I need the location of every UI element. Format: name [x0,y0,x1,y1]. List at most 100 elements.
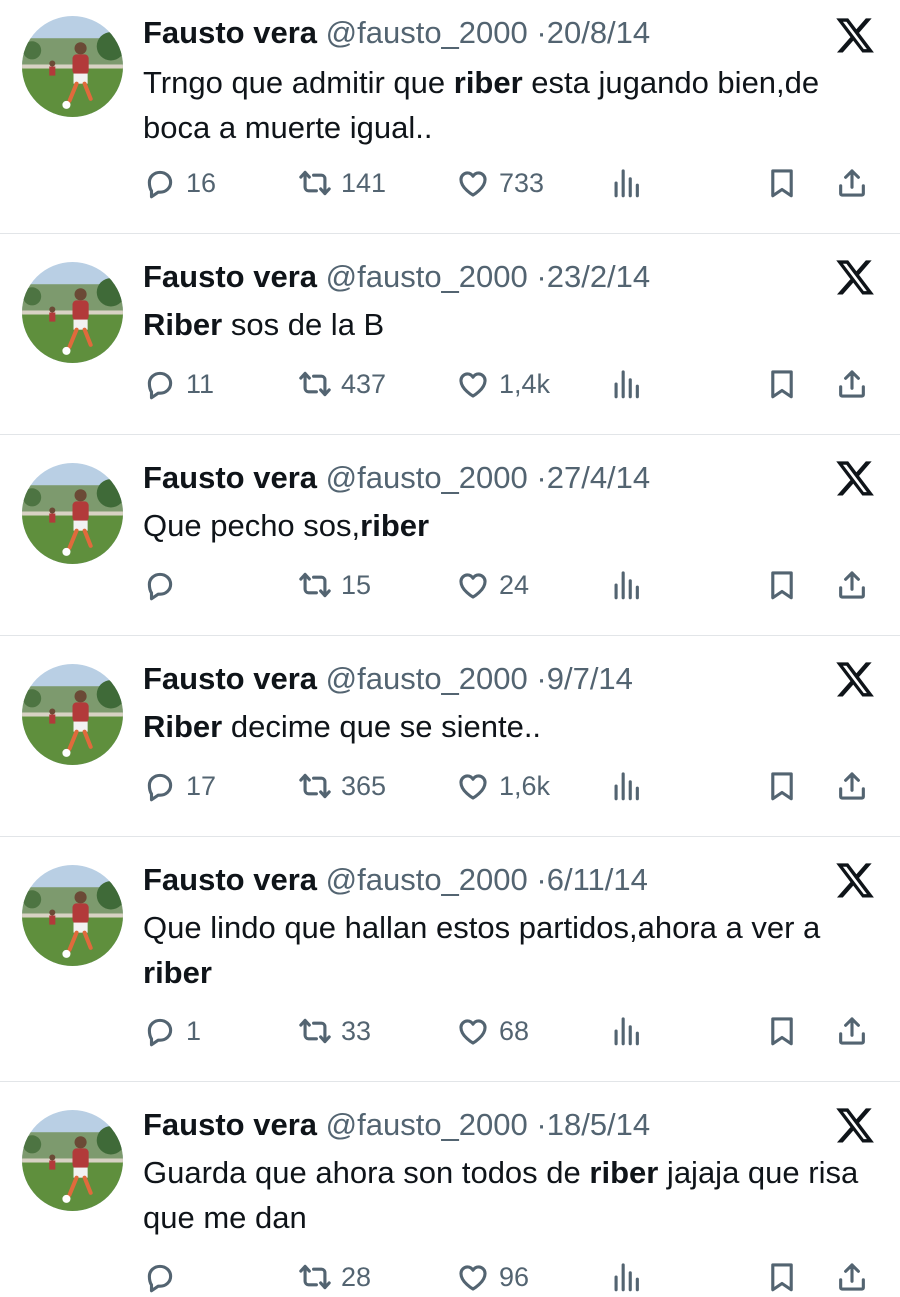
author-handle[interactable]: @fausto_2000 [326,661,528,696]
retweet-button[interactable]: 141 [298,163,386,203]
share-button[interactable] [835,1257,869,1297]
tweet[interactable]: Fausto vera @fausto_2000 ·18/5/14 Guarda… [0,1082,900,1293]
like-button[interactable]: 733 [456,163,544,203]
tweet-date[interactable]: 20/8/14 [547,15,650,50]
retweet-button[interactable]: 437 [298,364,386,404]
x-logo-icon [834,1104,876,1146]
author-handle[interactable]: @fausto_2000 [326,862,528,897]
author-name[interactable]: Fausto vera [143,862,317,897]
like-button[interactable]: 1,4k [456,364,550,404]
like-button[interactable]: 1,6k [456,766,550,806]
avatar[interactable] [22,262,123,363]
avatar[interactable] [22,16,123,117]
separator: · [536,661,547,696]
reply-button[interactable]: 1 [143,1011,201,1051]
bookmark-button[interactable] [765,565,799,605]
reply-button[interactable] [143,565,186,605]
like-count: 1,4k [499,368,551,399]
share-button[interactable] [835,364,869,404]
retweet-count: 28 [341,1261,372,1292]
tweet[interactable]: Fausto vera @fausto_2000 ·6/11/14 Que li… [0,837,900,1082]
like-count: 1,6k [499,770,551,801]
author-handle[interactable]: @fausto_2000 [326,1107,528,1142]
like-count: 24 [499,569,530,600]
author-handle[interactable]: @fausto_2000 [326,460,528,495]
avatar[interactable] [22,1110,123,1211]
author-handle[interactable]: @fausto_2000 [326,15,528,50]
views-button[interactable] [609,163,643,203]
retweet-button[interactable]: 33 [298,1011,371,1051]
author-name[interactable]: Fausto vera [143,1107,317,1142]
retweet-button[interactable]: 365 [298,766,386,806]
share-button[interactable] [835,163,869,203]
share-icon [835,769,869,803]
action-bar: 11 437 1,4k [143,364,876,404]
share-button[interactable] [835,565,869,605]
author-name[interactable]: Fausto vera [143,460,317,495]
like-button[interactable]: 96 [456,1257,529,1297]
reply-icon [143,769,177,803]
like-button[interactable]: 24 [456,565,529,605]
separator: · [536,15,547,50]
tweet-date[interactable]: 6/11/14 [547,862,648,897]
author-name[interactable]: Fausto vera [143,15,317,50]
views-button[interactable] [609,1257,643,1297]
reply-button[interactable]: 17 [143,766,216,806]
tweet-date[interactable]: 18/5/14 [547,1107,650,1142]
bookmark-button[interactable] [765,1011,799,1051]
retweet-icon [298,367,332,401]
tweet-date[interactable]: 9/7/14 [547,661,633,696]
text-segment-bold: riber [360,508,430,543]
reply-button[interactable]: 16 [143,163,216,203]
reply-icon [143,367,177,401]
bookmark-button[interactable] [765,364,799,404]
retweet-button[interactable]: 28 [298,1257,371,1297]
bookmark-button[interactable] [765,163,799,203]
retweet-count: 15 [341,569,372,600]
reply-count: 1 [186,1015,202,1046]
reply-count: 17 [186,770,217,801]
share-button[interactable] [835,766,869,806]
share-icon [835,367,869,401]
retweet-button[interactable]: 15 [298,565,371,605]
x-logo-icon [834,14,876,56]
bookmark-button[interactable] [765,766,799,806]
views-button[interactable] [609,766,643,806]
like-button[interactable]: 68 [456,1011,529,1051]
avatar[interactable] [22,463,123,564]
reply-icon [143,166,177,200]
text-segment-bold: riber [589,1155,659,1190]
reply-button[interactable]: 11 [143,364,214,404]
tweet[interactable]: Fausto vera @fausto_2000 ·23/2/14 Riber … [0,234,900,435]
share-button[interactable] [835,1011,869,1051]
tweet[interactable]: Fausto vera @fausto_2000 ·9/7/14 Riber d… [0,636,900,837]
views-button[interactable] [609,1011,643,1051]
views-button[interactable] [609,364,643,404]
retweet-count: 437 [341,368,387,399]
tweet-header: Fausto vera @fausto_2000 ·6/11/14 [143,861,810,899]
share-icon [835,1014,869,1048]
author-name[interactable]: Fausto vera [143,259,317,294]
avatar[interactable] [22,865,123,966]
views-button[interactable] [609,565,643,605]
author-handle[interactable]: @fausto_2000 [326,259,528,294]
views-icon [609,1260,643,1294]
tweet[interactable]: Fausto vera @fausto_2000 ·27/4/14 Que pe… [0,435,900,636]
text-segment-bold: Riber [143,307,223,342]
views-icon [609,568,643,602]
action-bar: 15 24 [143,565,876,605]
tweet-date[interactable]: 23/2/14 [547,259,650,294]
tweet-date[interactable]: 27/4/14 [547,460,650,495]
bookmark-icon [765,568,799,602]
avatar[interactable] [22,664,123,765]
bookmark-button[interactable] [765,1257,799,1297]
reply-icon [143,568,177,602]
tweet-header: Fausto vera @fausto_2000 ·27/4/14 [143,459,810,497]
views-icon [609,769,643,803]
author-name[interactable]: Fausto vera [143,661,317,696]
tweet[interactable]: Fausto vera @fausto_2000 ·20/8/14 Trngo … [0,0,900,234]
reply-button[interactable] [143,1257,186,1297]
retweet-count: 33 [341,1015,372,1046]
bookmark-icon [765,367,799,401]
tweet-header: Fausto vera @fausto_2000 ·9/7/14 [143,660,810,698]
